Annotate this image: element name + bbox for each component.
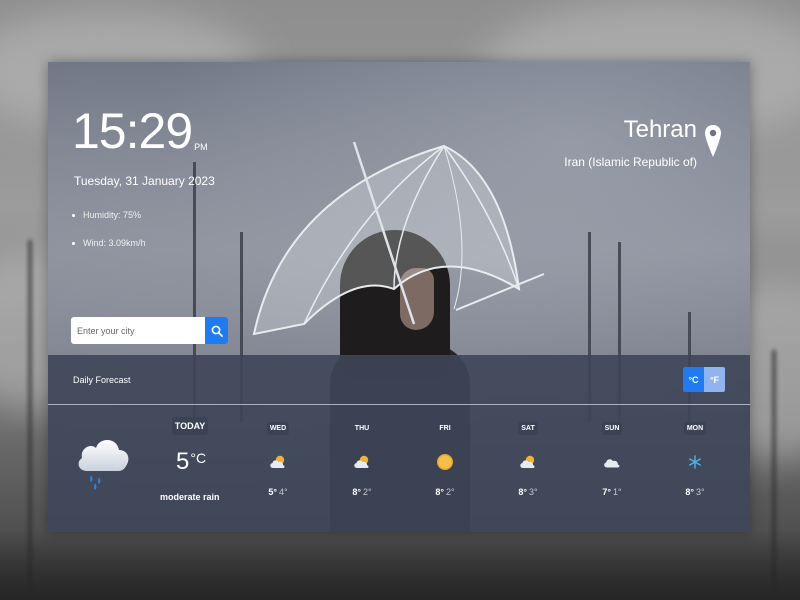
city-name: Tehran (623, 116, 697, 143)
forecast-day: SAT 8° 3° (508, 417, 548, 497)
partly-cloudy-icon (270, 455, 285, 468)
partly-cloudy-icon (354, 455, 369, 468)
partly-cloudy-icon (520, 455, 535, 468)
ampm-label: PM (194, 142, 208, 152)
today-temperature: 5 °C (176, 448, 207, 475)
forecast-day: THU 8° 2° (342, 417, 382, 497)
city-search-input[interactable] (71, 317, 205, 344)
forecast-day: WED 5° 4° (258, 417, 298, 497)
forecast-title: Daily Forecast (73, 375, 131, 385)
city-search (71, 317, 228, 344)
snowflake-icon (689, 455, 701, 469)
today-label: TODAY (172, 417, 208, 435)
location-pin-icon (705, 125, 721, 157)
clock: 15:29 PM (72, 106, 208, 156)
fahrenheit-button[interactable]: °F (704, 367, 725, 392)
search-button[interactable] (205, 317, 228, 344)
today-description: moderate rain (160, 492, 220, 502)
humidity-stat: Humidity: 75% (72, 210, 141, 220)
wind-stat: Wind: 3.09km/h (72, 238, 146, 248)
cloud-icon (604, 459, 620, 468)
search-icon (211, 325, 223, 337)
celsius-button[interactable]: °C (683, 367, 704, 392)
cloud-rain-icon (78, 439, 129, 490)
forecast-day: MON 8° 3° (675, 417, 715, 497)
sun-icon (437, 454, 453, 470)
date-display: Tuesday, 31 January 2023 (74, 174, 215, 188)
country-name: Iran (Islamic Republic of) (564, 155, 697, 169)
weather-card: 15:29 PM Tuesday, 31 January 2023 Humidi… (48, 62, 750, 532)
forecast-panel: Daily Forecast °C °F TODAY 5 °C moderate… (48, 355, 750, 532)
divider (48, 404, 750, 405)
forecast-day: FRI 8° 2° (425, 417, 465, 497)
unit-toggle: °C °F (683, 367, 725, 392)
time-display: 15:29 (72, 103, 193, 159)
bullet-icon (72, 241, 75, 245)
forecast-day: SUN 7° 1° (592, 417, 632, 497)
bullet-icon (72, 213, 75, 217)
